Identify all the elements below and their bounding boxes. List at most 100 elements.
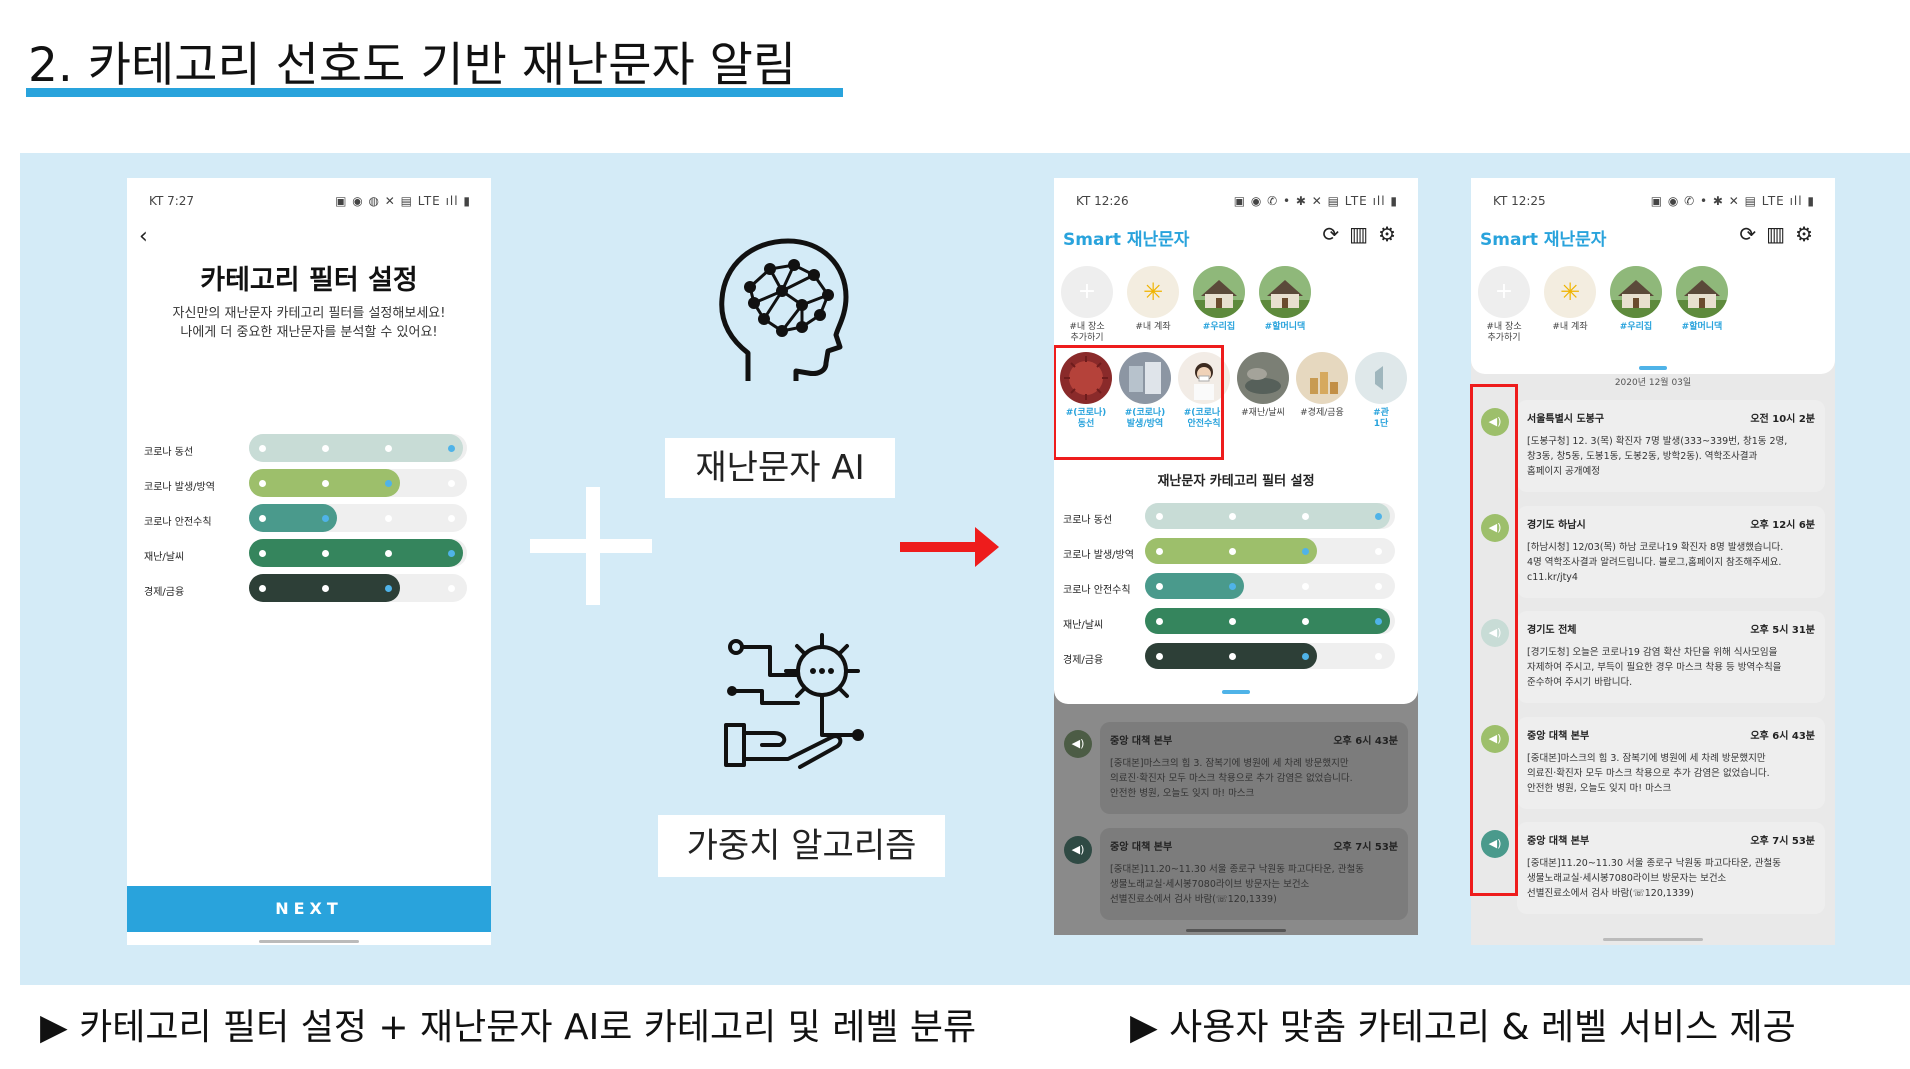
place-circle[interactable]: +	[1478, 266, 1530, 318]
message-sender: 중앙 대책 본부	[1110, 842, 1173, 853]
slider-step-dot	[322, 549, 329, 557]
place-label: #내 계좌	[1121, 322, 1185, 333]
chart-icon[interactable]: ▥	[1349, 222, 1378, 246]
message-sender: 서울특별시 도봉구	[1527, 414, 1605, 425]
next-button[interactable]: NEXT	[127, 886, 491, 932]
slider-fill	[249, 539, 463, 567]
slider-label: 코로나 동선	[144, 447, 194, 458]
chart-icon[interactable]: ▥	[1766, 222, 1795, 246]
message-line: 생물노래교실·세시봉7080라이브 방문자는 보건소	[1110, 879, 1310, 890]
message-body: [중대본]마스크의 힘 3. 잠복기에 병원에 세 차례 방문했지만의료진·확진…	[1527, 751, 1815, 796]
slider-step-dot	[385, 514, 392, 522]
sheet-handle[interactable]	[1639, 366, 1667, 370]
house-photo[interactable]	[1193, 266, 1245, 318]
slider-step-dot	[259, 479, 266, 487]
add-place-icon: +	[1494, 279, 1514, 304]
category-circle[interactable]	[1237, 352, 1289, 404]
slider-step-dot	[1156, 617, 1163, 625]
slider-thumb[interactable]	[448, 549, 455, 557]
place-label-line: #내 계좌	[1552, 322, 1588, 332]
brain-ai-icon	[719, 238, 849, 381]
filter-slider-row: 코로나 동선	[1063, 503, 1408, 533]
date-header: 2020년 12월 03일	[1614, 378, 1692, 388]
filter-slider[interactable]	[249, 574, 467, 602]
slider-label: 코로나 동선	[1063, 515, 1113, 526]
home-indicator	[1603, 938, 1703, 941]
house-photo[interactable]	[1259, 266, 1311, 318]
place-circle[interactable]: +	[1061, 266, 1113, 318]
message-line: [중대본]마스크의 힘 3. 잠복기에 병원에 세 차례 방문했지만	[1527, 752, 1766, 764]
message-time: 오후 6시 43분	[1333, 736, 1398, 747]
slider-thumb[interactable]	[448, 444, 455, 452]
slider-thumb[interactable]	[1302, 547, 1309, 555]
filter-slider[interactable]	[1145, 503, 1395, 529]
disaster-ai-label: 재난문자 AI	[665, 438, 895, 498]
subtitle-line: 자신만의 재난문자 카테고리 필터를 설정해보세요!	[172, 306, 446, 321]
place-circle[interactable]: ✳	[1544, 266, 1596, 318]
slider-thumb[interactable]	[385, 479, 392, 487]
message-card[interactable]: 중앙 대책 본부 오후 6시 43분 [중대본]마스크의 힘 3. 잠복기에 병원에…	[1100, 722, 1408, 814]
filter-subtitle: 자신만의 재난문자 카테고리 필터를 설정해보세요! 나에게 더 중요한 재난문…	[127, 304, 491, 342]
place-label: #내 장소 추가하기	[1055, 322, 1119, 344]
slider-step-dot	[1375, 652, 1382, 660]
category-label: #관 1단	[1349, 408, 1413, 430]
speaker-level-icon[interactable]: ◀)	[1064, 730, 1092, 758]
sheet-handle[interactable]	[1222, 690, 1250, 694]
status-bar: KT 7:27 ▣ ◉ ◍ ✕ ▤ LTE ıll ▮	[127, 178, 491, 218]
slider-thumb[interactable]	[1375, 617, 1382, 625]
speaker-level-icon[interactable]: ◀)	[1064, 836, 1092, 864]
message-sender: 중앙 대책 본부	[1527, 730, 1590, 742]
filter-slider[interactable]	[1145, 538, 1395, 564]
slider-fill	[1145, 503, 1390, 529]
message-card[interactable]: 서울특별시 도봉구 오전 10시 2분 [도봉구청] 12. 3(목) 확진자 7명…	[1517, 400, 1825, 492]
filter-slider[interactable]	[249, 504, 467, 532]
message-card[interactable]: 중앙 대책 본부 오후 7시 53분 [중대본]11.20~11.30 서울 종로구…	[1517, 822, 1825, 914]
place-label-line: #우리집	[1619, 322, 1653, 332]
slider-thumb[interactable]	[1302, 652, 1309, 660]
message-card[interactable]: 중앙 대책 본부 오후 7시 53분 [중대본]11.20~11.30 서울 종로구…	[1100, 828, 1408, 920]
gear-icon[interactable]: ⚙	[1795, 222, 1823, 246]
category-circle[interactable]	[1355, 352, 1407, 404]
slider-label: 코로나 안전수칙	[1063, 585, 1131, 596]
message-line: 의료진·확진자 모두 마스크 착용으로 추가 감염은 없었습니다.	[1527, 767, 1770, 779]
header-sheet: KT 12:25 ▣ ◉ ✆ • ✱ ✕ ▤ LTE ıll ▮ Smart 재…	[1471, 178, 1835, 374]
category-label-line: #경제/금융	[1300, 408, 1344, 418]
message-card[interactable]: 경기도 전체 오후 5시 31분 [경기도청] 오늘은 코로나19 감염 확산 차단…	[1517, 611, 1825, 703]
filter-slider[interactable]	[249, 469, 467, 497]
house-photo[interactable]	[1610, 266, 1662, 318]
slider-step-dot	[385, 549, 392, 557]
status-icons: ▣ ◉ ✆ • ✱ ✕ ▤ LTE ıll ▮	[1233, 194, 1398, 208]
message-line: [중대본]11.20~11.30 서울 종로구 낙원동 파고다타운, 관철동	[1110, 864, 1364, 875]
status-time: KT 7:27	[149, 194, 195, 208]
status-icons: ▣ ◉ ◍ ✕ ▤ LTE ıll ▮	[335, 194, 471, 208]
message-line: 4명 역학조사결과 알려드립니다. 블로그,홈페이지 참조해주세요.	[1527, 556, 1782, 568]
back-icon[interactable]: ‹	[139, 224, 148, 249]
refresh-icon[interactable]: ⟳	[1739, 222, 1766, 246]
slider-step-dot	[322, 584, 329, 592]
phone-app-messages: KT 12:25 ▣ ◉ ✆ • ✱ ✕ ▤ LTE ıll ▮ Smart 재…	[1471, 178, 1835, 945]
category-circle[interactable]	[1296, 352, 1348, 404]
category-label-line: 1단	[1373, 419, 1389, 429]
message-card[interactable]: 경기도 하남시 오후 12시 6분 [하남시청] 12/03(목) 하남 코로나19…	[1517, 505, 1825, 598]
slider-fill	[1145, 608, 1390, 634]
filter-slider[interactable]	[249, 539, 467, 567]
slider-step-dot	[1375, 547, 1382, 555]
slider-step-dot	[259, 584, 266, 592]
filter-slider[interactable]	[1145, 643, 1395, 669]
page-title: 2. 카테고리 선호도 기반 재난문자 알림	[28, 38, 797, 93]
slider-thumb[interactable]	[385, 584, 392, 592]
slider-thumb[interactable]	[1229, 582, 1236, 590]
filter-slider[interactable]	[1145, 573, 1395, 599]
place-circle[interactable]: ✳	[1127, 266, 1179, 318]
house-photo[interactable]	[1676, 266, 1728, 318]
gear-icon[interactable]: ⚙	[1378, 222, 1406, 246]
refresh-icon[interactable]: ⟳	[1322, 222, 1349, 246]
slider-thumb[interactable]	[322, 514, 329, 522]
filter-slider-row: 재난/날씨	[144, 539, 474, 569]
filter-slider-row: 코로나 안전수칙	[144, 504, 474, 534]
filter-slider[interactable]	[1145, 608, 1395, 634]
slider-thumb[interactable]	[1375, 512, 1382, 520]
message-line: [중대본]11.20~11.30 서울 종로구 낙원동 파고다타운, 관철동	[1527, 858, 1781, 869]
filter-slider[interactable]	[249, 434, 467, 462]
message-card[interactable]: 중앙 대책 본부 오후 6시 43분 [중대본]마스크의 힘 3. 잠복기에 병원에…	[1517, 716, 1825, 809]
